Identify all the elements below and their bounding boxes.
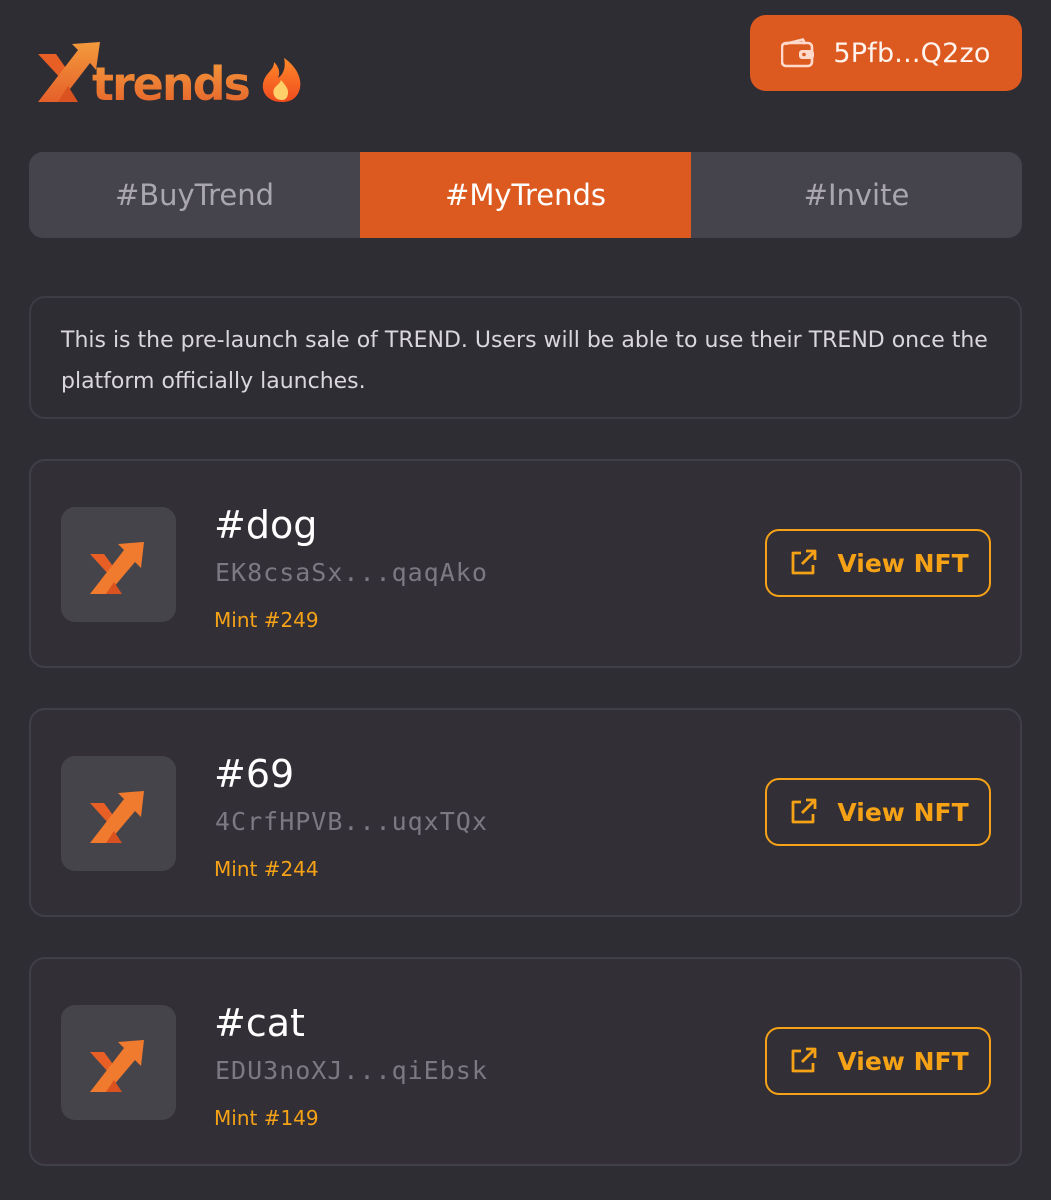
nft-thumbnail bbox=[61, 756, 176, 871]
xtrends-logo[interactable]: trends bbox=[34, 30, 314, 110]
tab-invite[interactable]: #Invite bbox=[691, 152, 1022, 238]
nft-name: #cat bbox=[214, 1001, 305, 1045]
external-link-icon bbox=[791, 549, 817, 575]
tab-buy-trend[interactable]: #BuyTrend bbox=[29, 152, 360, 238]
wallet-address-label: 5Pfb...Q2zo bbox=[833, 37, 991, 69]
external-link-icon bbox=[791, 1047, 817, 1073]
nft-list: #dog EK8csaSx...qaqAko Mint #249 View NF… bbox=[29, 459, 1022, 1200]
view-nft-button[interactable]: View NFT bbox=[765, 529, 991, 597]
app-page: trends 5Pfb...Q2zo #BuyTrend #MyTrends #… bbox=[0, 0, 1051, 1200]
nft-card: #cat EDU3noXJ...qiEbsk Mint #149 View NF… bbox=[29, 957, 1022, 1166]
nft-mint-number: Mint #244 bbox=[214, 857, 319, 881]
view-nft-label: View NFT bbox=[837, 797, 969, 827]
external-link-icon bbox=[791, 798, 817, 824]
header: trends 5Pfb...Q2zo bbox=[30, 14, 1022, 110]
nft-address: EDU3noXJ...qiEbsk bbox=[215, 1056, 488, 1085]
xtrends-mark-icon bbox=[89, 790, 144, 843]
prelaunch-notice: This is the pre-launch sale of TREND. Us… bbox=[29, 296, 1022, 419]
nft-thumbnail bbox=[61, 507, 176, 622]
view-nft-label: View NFT bbox=[837, 548, 969, 578]
svg-text:trends: trends bbox=[92, 57, 250, 110]
nft-mint-number: Mint #249 bbox=[214, 608, 319, 632]
nft-thumbnail bbox=[61, 1005, 176, 1120]
nft-card: #69 4CrfHPVB...uqxTQx Mint #244 View NFT bbox=[29, 708, 1022, 917]
view-nft-button[interactable]: View NFT bbox=[765, 778, 991, 846]
view-nft-label: View NFT bbox=[837, 1046, 969, 1076]
nft-name: #69 bbox=[214, 752, 295, 796]
wallet-connect-button[interactable]: 5Pfb...Q2zo bbox=[750, 15, 1022, 91]
nft-address: EK8csaSx...qaqAko bbox=[215, 558, 488, 587]
wallet-icon bbox=[781, 38, 815, 68]
nft-mint-number: Mint #149 bbox=[214, 1106, 319, 1130]
view-nft-button[interactable]: View NFT bbox=[765, 1027, 991, 1095]
tab-my-trends[interactable]: #MyTrends bbox=[360, 152, 691, 238]
xtrends-mark-icon bbox=[89, 1039, 144, 1092]
nft-address: 4CrfHPVB...uqxTQx bbox=[215, 807, 488, 836]
nft-name: #dog bbox=[214, 503, 318, 547]
xtrends-mark-icon bbox=[89, 541, 144, 594]
nft-card: #dog EK8csaSx...qaqAko Mint #249 View NF… bbox=[29, 459, 1022, 668]
main-tabs: #BuyTrend #MyTrends #Invite bbox=[29, 152, 1022, 238]
